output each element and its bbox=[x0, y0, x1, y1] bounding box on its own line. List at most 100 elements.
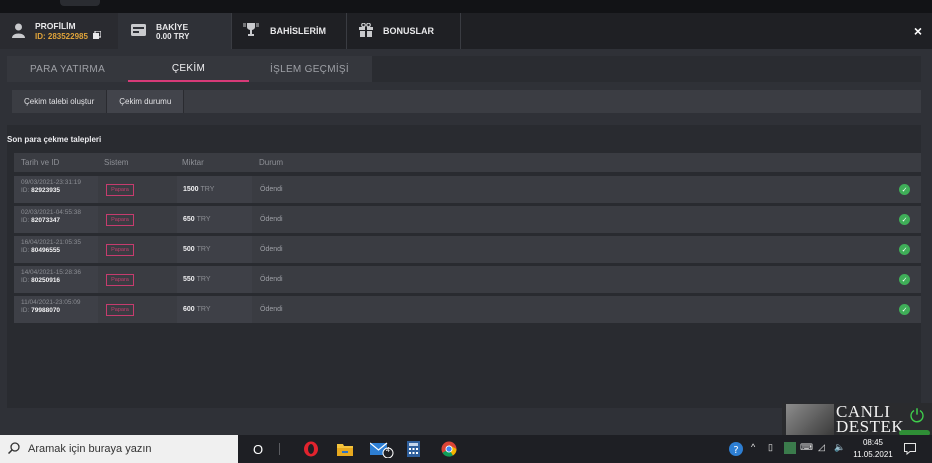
calculator-icon[interactable] bbox=[404, 440, 422, 458]
balance-text: BAKİYE 0.00 TRY bbox=[156, 22, 190, 41]
row-date: 02/03/2021-04:55:38 bbox=[21, 209, 81, 216]
cell-date: 11/04/2021-23:05:09 ID: 79988070 bbox=[14, 296, 98, 323]
taskbar-search[interactable]: Aramak için buraya yazın bbox=[0, 435, 238, 463]
mail-badge: 4 bbox=[386, 447, 390, 454]
cell-status: Ödendi ✓ bbox=[253, 176, 921, 203]
volume-icon[interactable]: 🔈 bbox=[834, 442, 845, 453]
balance-title: BAKİYE bbox=[156, 21, 189, 32]
file-explorer-icon[interactable] bbox=[336, 440, 354, 458]
row-status: Ödendi bbox=[260, 276, 283, 283]
tab-profile[interactable]: PROFİLİM ID: 283522985 bbox=[0, 13, 118, 49]
account-modal: PROFİLİM ID: 283522985 BAKİYE 0.00 TRY B… bbox=[0, 13, 932, 435]
gift-icon bbox=[359, 22, 373, 39]
cell-amount: 500 TRY bbox=[177, 236, 252, 263]
tab-balance[interactable]: BAKİYE 0.00 TRY bbox=[118, 13, 232, 49]
browser-top-strip bbox=[0, 0, 932, 13]
row-status: Ödendi bbox=[260, 306, 283, 313]
wallet-icon bbox=[131, 24, 146, 38]
cell-system: Papara bbox=[99, 176, 176, 203]
col-date: Tarih ve ID bbox=[21, 158, 60, 167]
tab-withdraw[interactable]: ÇEKİM bbox=[128, 56, 249, 82]
row-amount-value: 600 bbox=[183, 306, 195, 313]
check-icon: ✓ bbox=[899, 304, 910, 315]
help-icon[interactable]: ? bbox=[728, 440, 744, 458]
row-id-prefix: ID: bbox=[21, 277, 30, 284]
row-id-value: 80496555 bbox=[31, 247, 61, 254]
row-id-prefix: ID: bbox=[21, 217, 30, 224]
taskbar-clock[interactable]: 08:45 11.05.2021 bbox=[852, 437, 894, 461]
check-icon: ✓ bbox=[899, 184, 910, 195]
cell-amount: 650 TRY bbox=[177, 206, 252, 233]
cell-amount: 550 TRY bbox=[177, 266, 252, 293]
profile-title: PROFİLİM bbox=[35, 21, 76, 31]
clock-date: 11.05.2021 bbox=[853, 450, 893, 459]
clock-time: 08:45 bbox=[862, 438, 884, 447]
opera-icon[interactable] bbox=[302, 440, 320, 458]
task-view-icon[interactable]: O bbox=[251, 440, 265, 458]
system-badge: Papara bbox=[106, 304, 134, 316]
row-amount: 650 TRY bbox=[183, 216, 211, 223]
tab-bets[interactable]: BAHİSLERİM bbox=[232, 13, 347, 49]
row-id-prefix: ID: bbox=[21, 187, 30, 194]
check-icon: ✓ bbox=[899, 244, 910, 255]
cell-status: Ödendi ✓ bbox=[253, 266, 921, 293]
row-status: Ödendi bbox=[260, 216, 283, 223]
cell-system: Papara bbox=[99, 206, 176, 233]
profile-id: ID: 283522985 bbox=[35, 31, 88, 41]
system-badge: Papara bbox=[106, 274, 134, 286]
notification-icon[interactable] bbox=[903, 440, 917, 458]
tab-bonus[interactable]: BONUSLAR bbox=[347, 13, 461, 49]
svg-text:?: ? bbox=[733, 445, 738, 456]
modal-header: PROFİLİM ID: 283522985 BAKİYE 0.00 TRY B… bbox=[0, 13, 932, 49]
system-badge: Papara bbox=[106, 244, 134, 256]
trophy-icon bbox=[242, 23, 260, 39]
panel-title: Son para çekme talepleri bbox=[7, 135, 102, 144]
col-system: Sistem bbox=[104, 158, 129, 167]
chrome-icon[interactable] bbox=[440, 440, 458, 458]
live-support-widget[interactable]: CANLI DESTEK ⏻ bbox=[782, 403, 932, 436]
device-icon[interactable]: ▯ bbox=[768, 442, 773, 453]
language-icon[interactable]: ⌨ bbox=[800, 442, 813, 453]
row-status: Ödendi bbox=[260, 246, 283, 253]
create-withdraw-button[interactable]: Çekim talebi oluştur bbox=[12, 90, 108, 113]
table-row: 02/03/2021-04:55:38 ID: 82073347 Papara 650… bbox=[14, 206, 921, 233]
strip-tab-edge bbox=[60, 0, 100, 6]
row-amount: 600 TRY bbox=[183, 306, 211, 313]
chevron-up-icon[interactable]: ^ bbox=[751, 442, 755, 452]
row-date: 11/04/2021-23:05:09 bbox=[21, 299, 81, 306]
row-amount-value: 550 bbox=[183, 276, 195, 283]
check-icon: ✓ bbox=[899, 274, 910, 285]
row-id-value: 79988070 bbox=[31, 307, 61, 314]
cell-date: 16/04/2021-21:05:35 ID: 80496555 bbox=[14, 236, 98, 263]
app-tray-icon[interactable] bbox=[784, 442, 796, 454]
cell-amount: 600 TRY bbox=[177, 296, 252, 323]
search-icon bbox=[7, 441, 20, 457]
cell-status: Ödendi ✓ bbox=[253, 296, 921, 323]
tab-deposit[interactable]: PARA YATIRMA bbox=[7, 56, 128, 82]
withdraw-table: 09/03/2021-23:31:19 ID: 82923935 Papara 150… bbox=[14, 176, 921, 326]
cell-system: Papara bbox=[99, 266, 176, 293]
row-id: ID: 82923935 bbox=[21, 187, 98, 194]
mail-icon[interactable]: 4 bbox=[370, 440, 394, 458]
row-amount: 550 TRY bbox=[183, 276, 211, 283]
row-id-value: 80250916 bbox=[31, 277, 61, 284]
wifi-icon[interactable]: ◿ bbox=[818, 442, 825, 453]
row-amount: 1500 TRY bbox=[183, 186, 214, 193]
close-icon[interactable]: × bbox=[914, 23, 922, 39]
support-text: CANLI DESTEK bbox=[836, 403, 904, 435]
table-row: 14/04/2021-15:28:36 ID: 80250916 Papara 550… bbox=[14, 266, 921, 293]
windows-taskbar: Aramak için buraya yazın O 4 ? ^ ▯ ⌨ ◿ 🔈… bbox=[0, 435, 932, 463]
power-icon: ⏻ bbox=[909, 406, 925, 426]
withdraw-status-button[interactable]: Çekim durumu bbox=[107, 90, 185, 113]
col-status: Durum bbox=[259, 158, 284, 167]
tab-history[interactable]: İŞLEM GEÇMİŞİ bbox=[249, 56, 370, 82]
system-badge: Papara bbox=[106, 214, 134, 226]
row-date: 16/04/2021-21:05:35 bbox=[21, 239, 81, 246]
row-id: ID: 80496555 bbox=[21, 247, 98, 254]
user-icon bbox=[12, 23, 25, 40]
table-header: Tarih ve ID Sistem Miktar Durum bbox=[14, 153, 921, 172]
table-row: 09/03/2021-23:31:19 ID: 82923935 Papara 150… bbox=[14, 176, 921, 203]
copy-icon[interactable] bbox=[92, 30, 102, 41]
row-id-value: 82923935 bbox=[31, 187, 61, 194]
cell-status: Ödendi ✓ bbox=[253, 206, 921, 233]
